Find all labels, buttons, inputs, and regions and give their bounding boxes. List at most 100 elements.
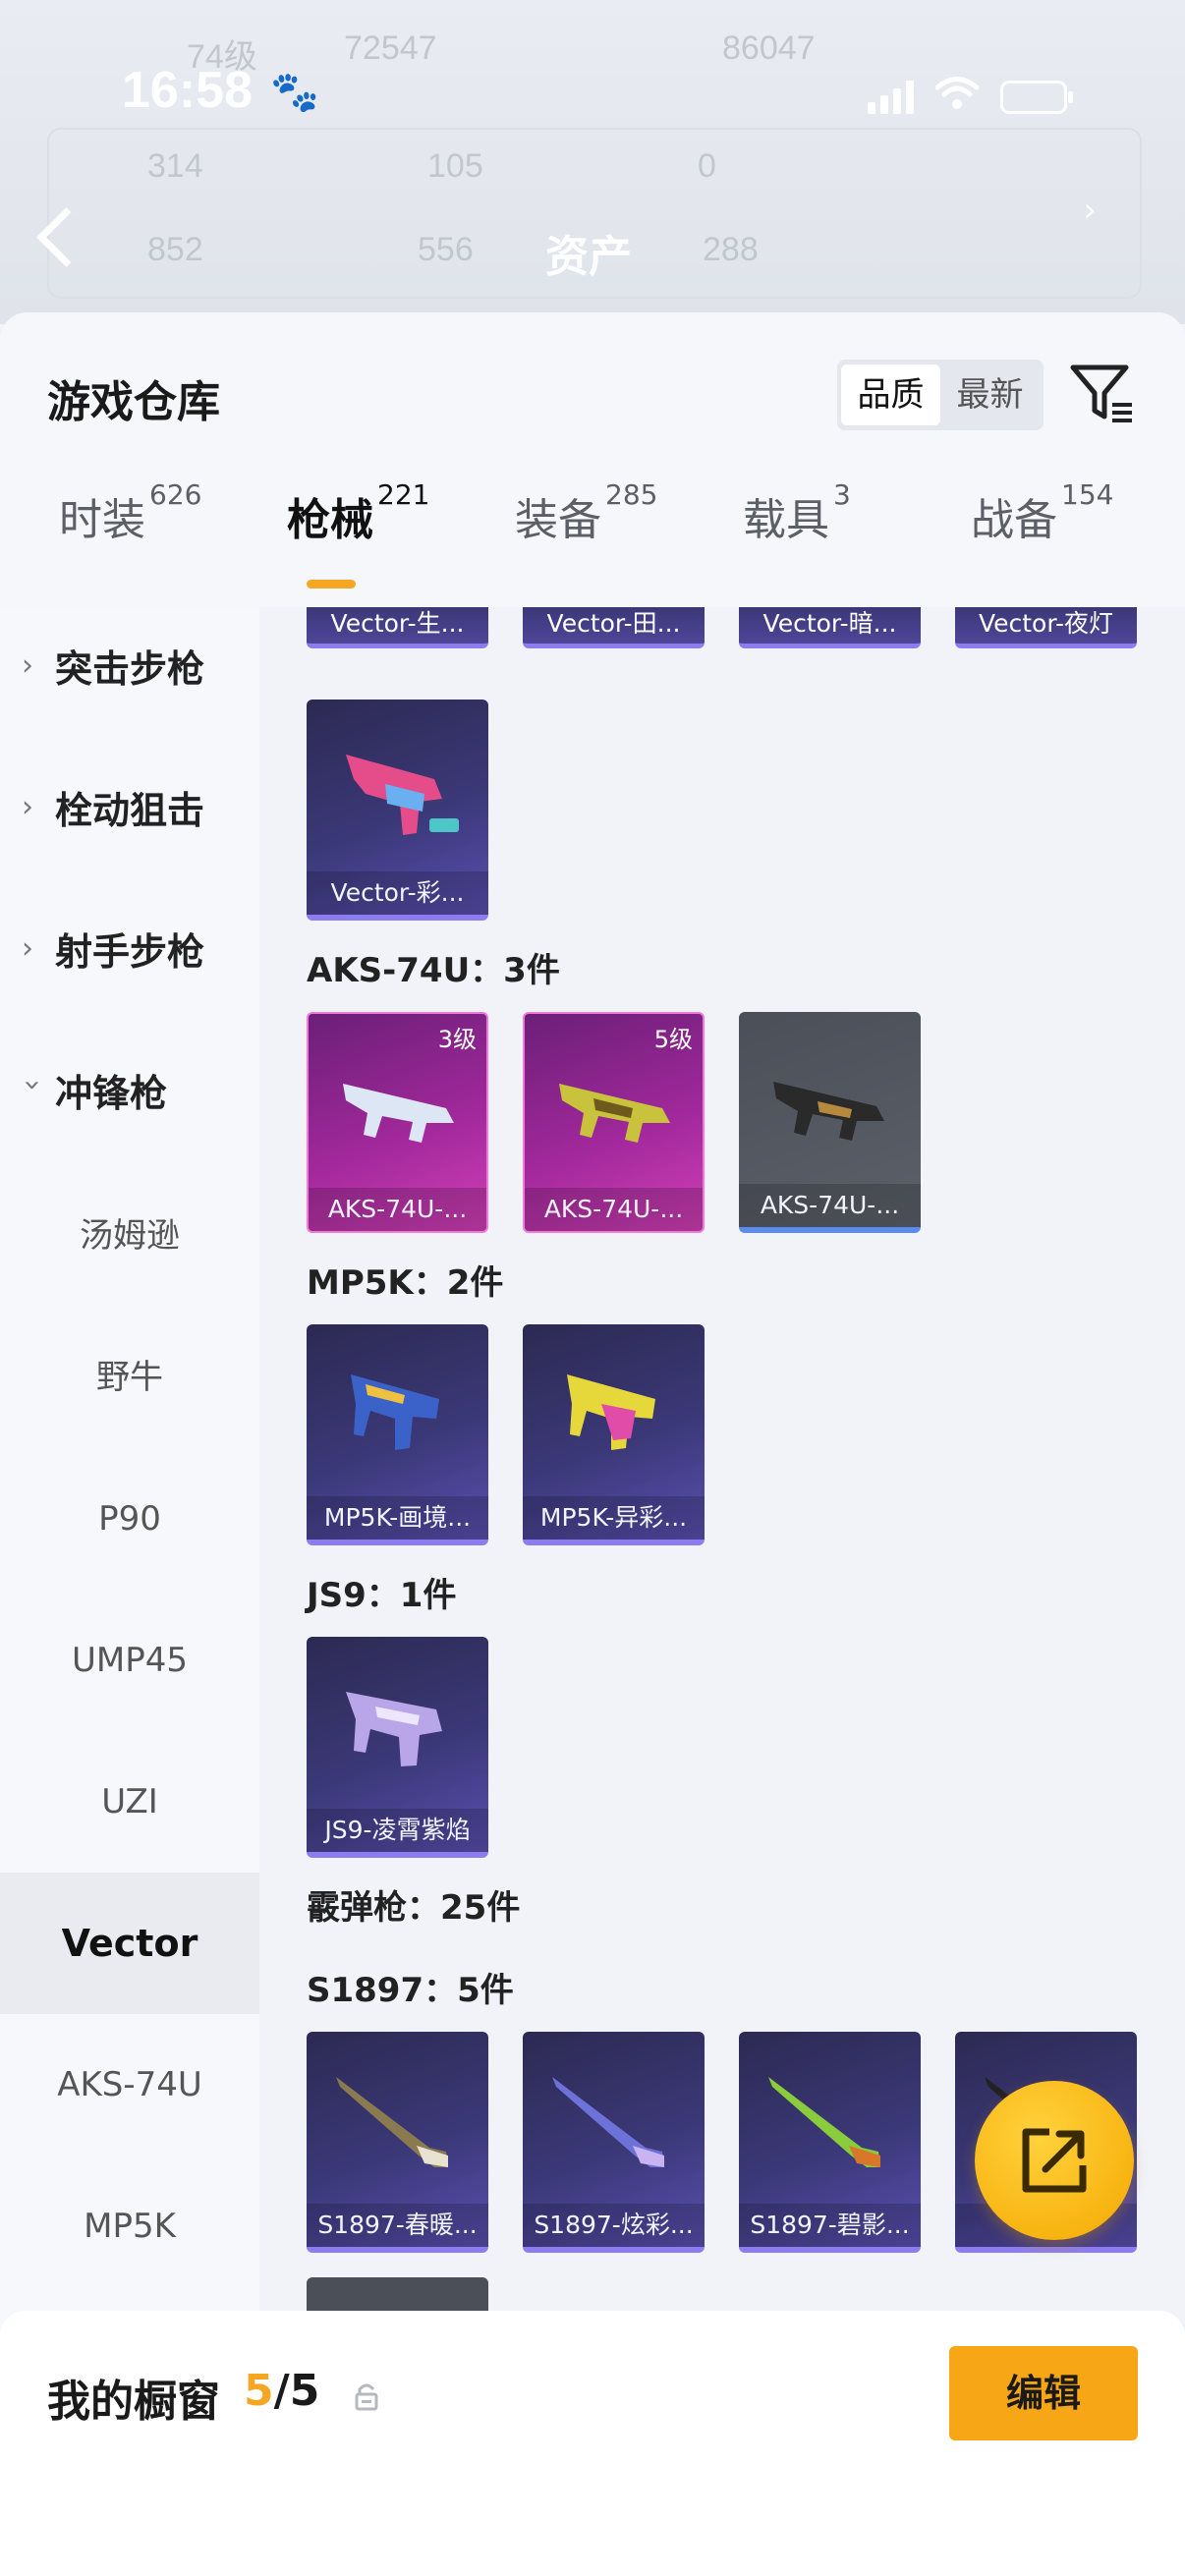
tab-count: 154: [1061, 478, 1114, 511]
sidebar-category-assault-rifle[interactable]: › 突击步枪: [22, 639, 204, 693]
sidebar-category-smg[interactable]: › 冲锋枪: [16, 1063, 168, 1117]
showcase-count: 5/5: [244, 2366, 319, 2416]
chevron-right-icon: ›: [1083, 191, 1097, 230]
group-label: S1897：5件: [307, 1971, 514, 2010]
ghost-value: 105: [427, 147, 483, 185]
item-card[interactable]: S1897-碧影...: [739, 2032, 921, 2253]
aks74u-gun-icon: [773, 1082, 884, 1141]
tab-label: 枪械: [287, 495, 373, 545]
battery-icon: [1000, 81, 1073, 114]
active-tab-indicator: [307, 580, 356, 588]
sort-toggle: 品质 最新: [837, 360, 1044, 430]
showcase-total: /5: [273, 2366, 320, 2416]
showcase-current: 5: [244, 2366, 274, 2416]
sidebar-category-bolt-sniper[interactable]: › 栓动狙击: [22, 780, 204, 834]
mp5k-gun-icon: [351, 1374, 439, 1450]
item-card[interactable]: S1897-炫彩...: [523, 2032, 705, 2253]
tab-equipment[interactable]: 装备285: [515, 478, 657, 547]
share-icon: [1022, 2128, 1087, 2193]
chevron-right-icon: ›: [22, 648, 33, 683]
item-card-partial[interactable]: Vector-田...: [523, 607, 705, 648]
tab-fashion-alt[interactable]: 时装626: [59, 478, 201, 547]
showcase-title: 我的橱窗: [47, 2377, 220, 2427]
chevron-down-icon: ›: [15, 1079, 50, 1092]
tab-count: 3: [833, 478, 851, 511]
sidebar-item-p90[interactable]: P90: [0, 1448, 259, 1590]
s1897-gun-icon: [768, 2077, 880, 2167]
sort-latest-button[interactable]: 最新: [940, 364, 1040, 425]
status-time: 16:58: [122, 62, 253, 119]
item-card[interactable]: MP5K-异彩...: [523, 1324, 705, 1545]
tab-supplies[interactable]: 战备154: [971, 478, 1113, 547]
ghost-value: 556: [418, 231, 474, 268]
chevron-right-icon: ›: [22, 931, 33, 966]
tab-firearms[interactable]: 枪械221: [287, 478, 429, 547]
ghost-value: 72547: [344, 29, 437, 67]
ghost-value: 0: [698, 147, 716, 185]
sidebar-item-aks74u[interactable]: AKS-74U: [0, 2014, 259, 2156]
warehouse-sheet: 游戏仓库 品质 最新 时装626 枪械221 装备285 载具3 战备154 ›…: [0, 312, 1185, 2576]
aks74u-gun-icon: [343, 1084, 454, 1143]
sidebar-category-marksman-rifle[interactable]: › 射手步枪: [22, 922, 204, 976]
item-card-partial[interactable]: Vector-生...: [307, 607, 488, 648]
vector-gun-icon: [346, 755, 459, 835]
item-name: Vector-彩...: [307, 871, 488, 915]
group-label: JS9：1件: [307, 1576, 457, 1615]
sidebar-item-thompson[interactable]: 汤姆逊: [0, 1165, 259, 1307]
lock-icon: [354, 2381, 379, 2415]
item-card[interactable]: AKS-74U-...: [739, 1012, 921, 1233]
item-name: AKS-74U-...: [525, 1188, 703, 1231]
group-label: 霰弹枪：25件: [307, 1888, 521, 1928]
item-name: S1897-碧影...: [739, 2204, 921, 2247]
share-button[interactable]: [975, 2081, 1134, 2240]
showcase-bar: 我的橱窗 5/5 编辑: [0, 2311, 1185, 2576]
sheet-header: 游戏仓库 品质 最新: [0, 312, 1185, 607]
status-icons: [868, 75, 1073, 120]
tab-label: 载具: [743, 495, 829, 545]
tab-count: 285: [605, 478, 658, 511]
item-card-partial[interactable]: Vector-夜灯: [955, 607, 1137, 648]
paw-icon: 🐾: [270, 70, 319, 115]
sidebar-item-vector[interactable]: Vector: [0, 1873, 259, 2014]
ghost-value: 86047: [722, 29, 816, 67]
sheet-title: 游戏仓库: [47, 377, 220, 427]
item-card[interactable]: MP5K-画境...: [307, 1324, 488, 1545]
sidebar-item-mp5k[interactable]: MP5K: [0, 2156, 259, 2297]
edit-button[interactable]: 编辑: [949, 2346, 1138, 2440]
item-card-partial[interactable]: Vector-暗...: [739, 607, 921, 648]
mp5k-gun-icon: [567, 1374, 655, 1450]
js9-gun-icon: [346, 1692, 442, 1766]
s1897-gun-icon: [552, 2077, 664, 2167]
item-name: JS9-凌霄紫焰: [307, 1809, 488, 1852]
item-card[interactable]: S1897-春暖...: [307, 2032, 488, 2253]
item-name: S1897-炫彩...: [523, 2204, 705, 2247]
sidebar-item-uzi[interactable]: UZI: [0, 1731, 259, 1873]
category-label: 冲锋枪: [55, 1072, 168, 1115]
category-label: 射手步枪: [55, 930, 205, 974]
ghost-value: 314: [147, 147, 203, 185]
group-label: AKS-74U：3件: [307, 951, 560, 990]
sort-quality-button[interactable]: 品质: [841, 364, 940, 425]
tab-label: 战备: [971, 495, 1057, 545]
weapon-type-sidebar: › 突击步枪 › 栓动狙击 › 射手步枪 › 冲锋枪 汤姆逊 野牛 P90 UMP45 …: [0, 607, 259, 2454]
sidebar-item-ump45[interactable]: UMP45: [0, 1590, 259, 1731]
tab-count: 221: [377, 478, 430, 511]
filter-icon[interactable]: [1069, 362, 1136, 426]
s1897-gun-icon: [336, 2077, 448, 2167]
ghost-value: 288: [703, 231, 759, 268]
background-header: 74级 72547 86047 314 105 0 852 556 288 16…: [0, 0, 1185, 324]
group-label: MP5K：2件: [307, 1263, 504, 1303]
category-label: 栓动狙击: [55, 789, 205, 832]
item-card[interactable]: JS9-凌霄紫焰: [307, 1637, 488, 1858]
tab-vehicles[interactable]: 载具3: [743, 478, 851, 547]
sidebar-item-bizon[interactable]: 野牛: [0, 1307, 259, 1448]
tab-label: 时装: [59, 495, 145, 545]
item-card[interactable]: Vector-彩...: [307, 700, 488, 921]
page-title: 资产: [545, 232, 632, 282]
chevron-right-icon: ›: [22, 790, 33, 824]
item-name: AKS-74U-...: [739, 1184, 921, 1227]
ghost-value: 852: [147, 231, 203, 268]
item-card[interactable]: 3级 AKS-74U-...: [307, 1012, 488, 1233]
aks74u-gun-icon: [559, 1084, 670, 1143]
item-card[interactable]: 5级 AKS-74U-...: [523, 1012, 705, 1233]
